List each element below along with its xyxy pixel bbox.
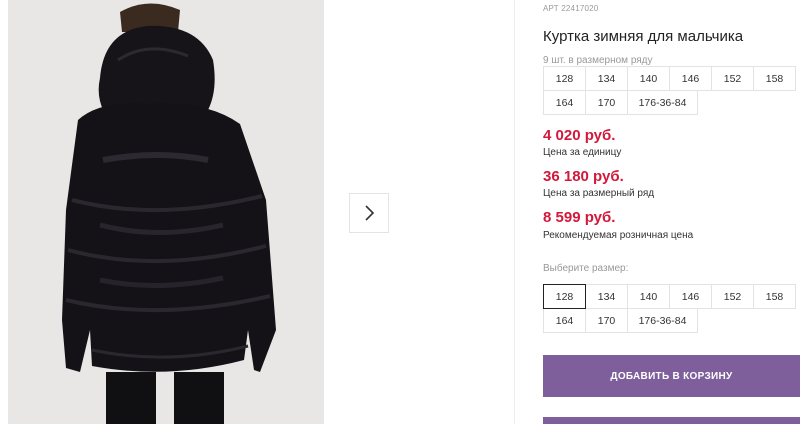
- size-selector: 128 134 140 146 152 158 164 170 176-36-8…: [543, 284, 800, 333]
- product-gallery: [0, 0, 518, 424]
- retail-price-label: Рекомендуемая розничная цена: [543, 230, 694, 241]
- secondary-action-button[interactable]: [543, 417, 800, 424]
- row-price: 36 180 руб.: [543, 168, 624, 185]
- add-to-cart-button[interactable]: ДОБАВИТЬ В КОРЗИНУ: [543, 355, 800, 397]
- unit-price-label: Цена за единицу: [543, 147, 622, 158]
- size-row-cell: 146: [669, 66, 712, 91]
- size-option[interactable]: 176-36-84: [627, 308, 698, 333]
- chevron-right-icon: [365, 205, 375, 221]
- size-row-cell: 170: [585, 90, 628, 115]
- size-row-cell: 152: [711, 66, 754, 91]
- article-number: АРТ 22417020: [543, 4, 598, 13]
- size-option[interactable]: 128: [543, 284, 586, 309]
- size-row-cell: 164: [543, 90, 586, 115]
- size-option[interactable]: 140: [627, 284, 670, 309]
- article-code: 22417020: [561, 4, 599, 13]
- size-row-cell: 176-36-84: [627, 90, 698, 115]
- size-option[interactable]: 146: [669, 284, 712, 309]
- size-row-cell: 158: [753, 66, 796, 91]
- pack-note: 9 шт. в размерном ряду: [543, 55, 653, 66]
- product-photo[interactable]: [8, 0, 324, 424]
- size-row-grid: 128 134 140 146 152 158 164 170 176-36-8…: [543, 66, 800, 115]
- size-option[interactable]: 164: [543, 308, 586, 333]
- unit-price: 4 020 руб.: [543, 127, 616, 144]
- size-row-cell: 134: [585, 66, 628, 91]
- size-option[interactable]: 170: [585, 308, 628, 333]
- size-row-cell: 140: [627, 66, 670, 91]
- panel-divider: [514, 0, 515, 424]
- retail-price: 8 599 руб.: [543, 209, 616, 226]
- row-price-label: Цена за размерный ряд: [543, 188, 655, 199]
- size-option[interactable]: 134: [585, 284, 628, 309]
- size-option[interactable]: 152: [711, 284, 754, 309]
- product-title: Куртка зимняя для мальчика: [543, 28, 744, 45]
- article-label: АРТ: [543, 4, 559, 13]
- choose-size-label: Выберите размер:: [543, 263, 629, 274]
- size-option[interactable]: 158: [753, 284, 796, 309]
- jacket-image: [8, 0, 324, 424]
- next-image-button[interactable]: [349, 193, 389, 233]
- size-row-cell: 128: [543, 66, 586, 91]
